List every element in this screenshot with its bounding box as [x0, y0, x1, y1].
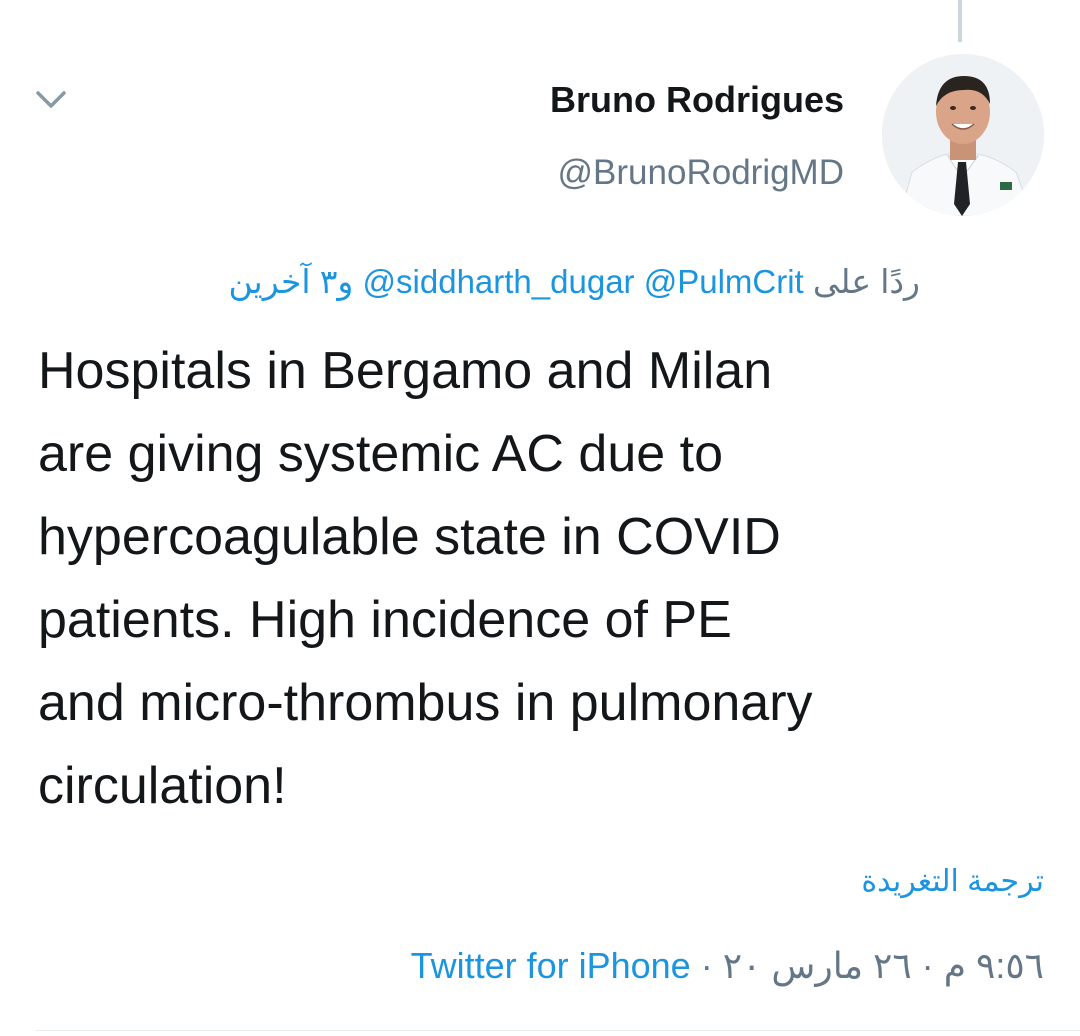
reply-mention-pulmcrit[interactable]: @PulmCrit	[644, 263, 804, 300]
tweet-text-line: patients. High incidence of PE	[38, 591, 732, 649]
avatar-photo	[882, 54, 1044, 216]
tweet-text: Hospitals in Bergamo and Milan are givin…	[38, 330, 1048, 828]
reply-prefix: ردًا على	[812, 263, 920, 300]
tweet-text-line: Hospitals in Bergamo and Milan	[38, 342, 773, 400]
tweet-author[interactable]: Bruno Rodrigues @BrunoRodrigMD	[550, 78, 844, 194]
meta-separator: ·	[921, 945, 934, 986]
translate-tweet-link[interactable]: ترجمة التغريدة	[861, 860, 1044, 904]
author-name[interactable]: Bruno Rodrigues	[550, 78, 844, 122]
thread-connector-line	[958, 0, 962, 42]
tweet-text-line: are giving systemic AC due to	[38, 425, 723, 483]
reply-others-link[interactable]: و٣ آخرين	[228, 263, 353, 300]
divider	[36, 1030, 1080, 1031]
chevron-down-icon[interactable]	[32, 84, 70, 114]
tweet-metadata: ٩:٥٦ م · ٢٦ مارس ٢٠ · Twitter for iPhone	[411, 942, 1044, 990]
tweet-time[interactable]: ٩:٥٦ م	[944, 945, 1044, 986]
meta-separator: ·	[700, 945, 713, 986]
tweet-text-line: circulation!	[38, 757, 287, 815]
tweet-source[interactable]: Twitter for iPhone	[411, 945, 691, 986]
avatar[interactable]	[882, 54, 1044, 216]
reply-mention-siddharth[interactable]: @siddharth_dugar	[363, 263, 635, 300]
author-handle[interactable]: @BrunoRodrigMD	[550, 152, 844, 194]
reply-context: ردًا على @PulmCrit @siddharth_dugar و٣ آ…	[228, 258, 920, 306]
tweet-text-line: and micro-thrombus in pulmonary	[38, 674, 813, 732]
tweet-date[interactable]: ٢٦ مارس ٢٠	[723, 945, 912, 986]
tweet-text-line: hypercoagulable state in COVID	[38, 508, 781, 566]
